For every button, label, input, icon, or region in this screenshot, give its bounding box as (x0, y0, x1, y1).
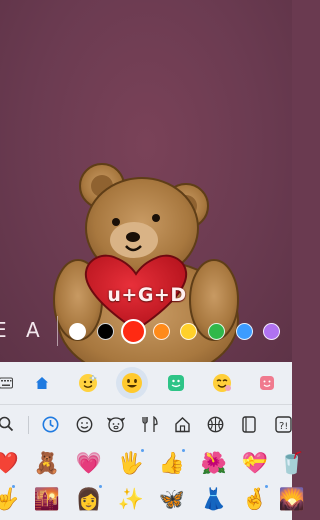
emoji-key[interactable]: 💝 (240, 448, 270, 478)
color-swatch-green[interactable] (208, 323, 225, 340)
emoji-key[interactable]: 🌄 (277, 484, 307, 514)
symbol-icon[interactable]: ?! (271, 412, 295, 436)
emoji-icon[interactable] (116, 367, 148, 399)
emoji-key[interactable]: ❤️ (0, 448, 21, 478)
color-swatch-red-selected[interactable] (121, 319, 146, 344)
memoji-icon[interactable] (210, 371, 234, 395)
keyboard-icon[interactable] (0, 371, 18, 395)
toolbar-divider (57, 316, 58, 346)
color-swatch-purple[interactable] (263, 323, 280, 340)
emoji-key[interactable]: 👩 (74, 484, 104, 514)
skin-tone-indicator (141, 449, 144, 452)
category-separator (28, 416, 29, 434)
emoji-keyboard: ?! ❤️ 🧸 💗 🖐️ 👍 🌺 💝 🥤 🤟 🌇 👩 ✨ 🦋 👗 🤞 🌄 (0, 362, 305, 520)
emoji-key[interactable]: 👍 (157, 448, 187, 478)
emoji-key[interactable]: 🌇 (32, 484, 62, 514)
color-swatch-black[interactable] (97, 323, 114, 340)
font-button[interactable]: A (26, 318, 40, 342)
sticker-text: u+G+D (107, 284, 187, 306)
building-icon[interactable] (170, 412, 194, 436)
emoji-key[interactable]: ✨ (116, 484, 146, 514)
smiley-icon[interactable] (72, 412, 96, 436)
photo-canvas[interactable]: u+G+D E A (0, 0, 292, 362)
skin-tone-indicator (12, 485, 15, 488)
sticker-icon[interactable] (164, 371, 188, 395)
text-toolbar: E A (0, 314, 292, 350)
emoji-key[interactable]: 🧸 (32, 448, 62, 478)
emoji-key[interactable]: 💗 (74, 448, 104, 478)
app-icon[interactable] (255, 371, 279, 395)
emoji-key[interactable]: 🤞 (240, 484, 270, 514)
teddy-bear-sticker[interactable] (0, 0, 292, 362)
food-icon[interactable] (138, 412, 162, 436)
emoji-key[interactable]: 🖐️ (116, 448, 146, 478)
recent-icon[interactable] (38, 412, 62, 436)
skin-tone-indicator (99, 485, 102, 488)
animal-icon[interactable] (104, 412, 128, 436)
emoji-key[interactable]: 🥤 (277, 448, 307, 478)
tab-divider (0, 404, 292, 405)
color-swatch-white[interactable] (69, 323, 86, 340)
skin-tone-indicator (265, 485, 268, 488)
emoji-key[interactable]: 🌺 (199, 448, 229, 478)
skin-tone-indicator (182, 449, 185, 452)
sparkle-emoji-icon[interactable] (76, 371, 100, 395)
color-swatch-orange[interactable] (153, 323, 170, 340)
color-swatch-yellow[interactable] (180, 323, 197, 340)
svg-text:!: ! (284, 422, 288, 432)
emoji-key[interactable]: 🤟 (0, 484, 21, 514)
color-swatch-blue[interactable] (236, 323, 253, 340)
object-icon[interactable] (237, 412, 261, 436)
text-style-button[interactable]: E (0, 318, 7, 342)
search-icon[interactable] (0, 412, 18, 436)
emoji-key[interactable]: 👗 (199, 484, 229, 514)
keyboard-tab-bar (0, 362, 292, 404)
recent-emoji-grid: ❤️ 🧸 💗 🖐️ 👍 🌺 💝 🥤 🤟 🌇 👩 ✨ 🦋 👗 🤞 🌄 (0, 448, 305, 520)
home-icon[interactable] (30, 371, 54, 395)
emoji-key[interactable]: 🦋 (157, 484, 187, 514)
ball-icon[interactable] (203, 412, 227, 436)
emoji-category-bar: ?! (0, 406, 292, 442)
